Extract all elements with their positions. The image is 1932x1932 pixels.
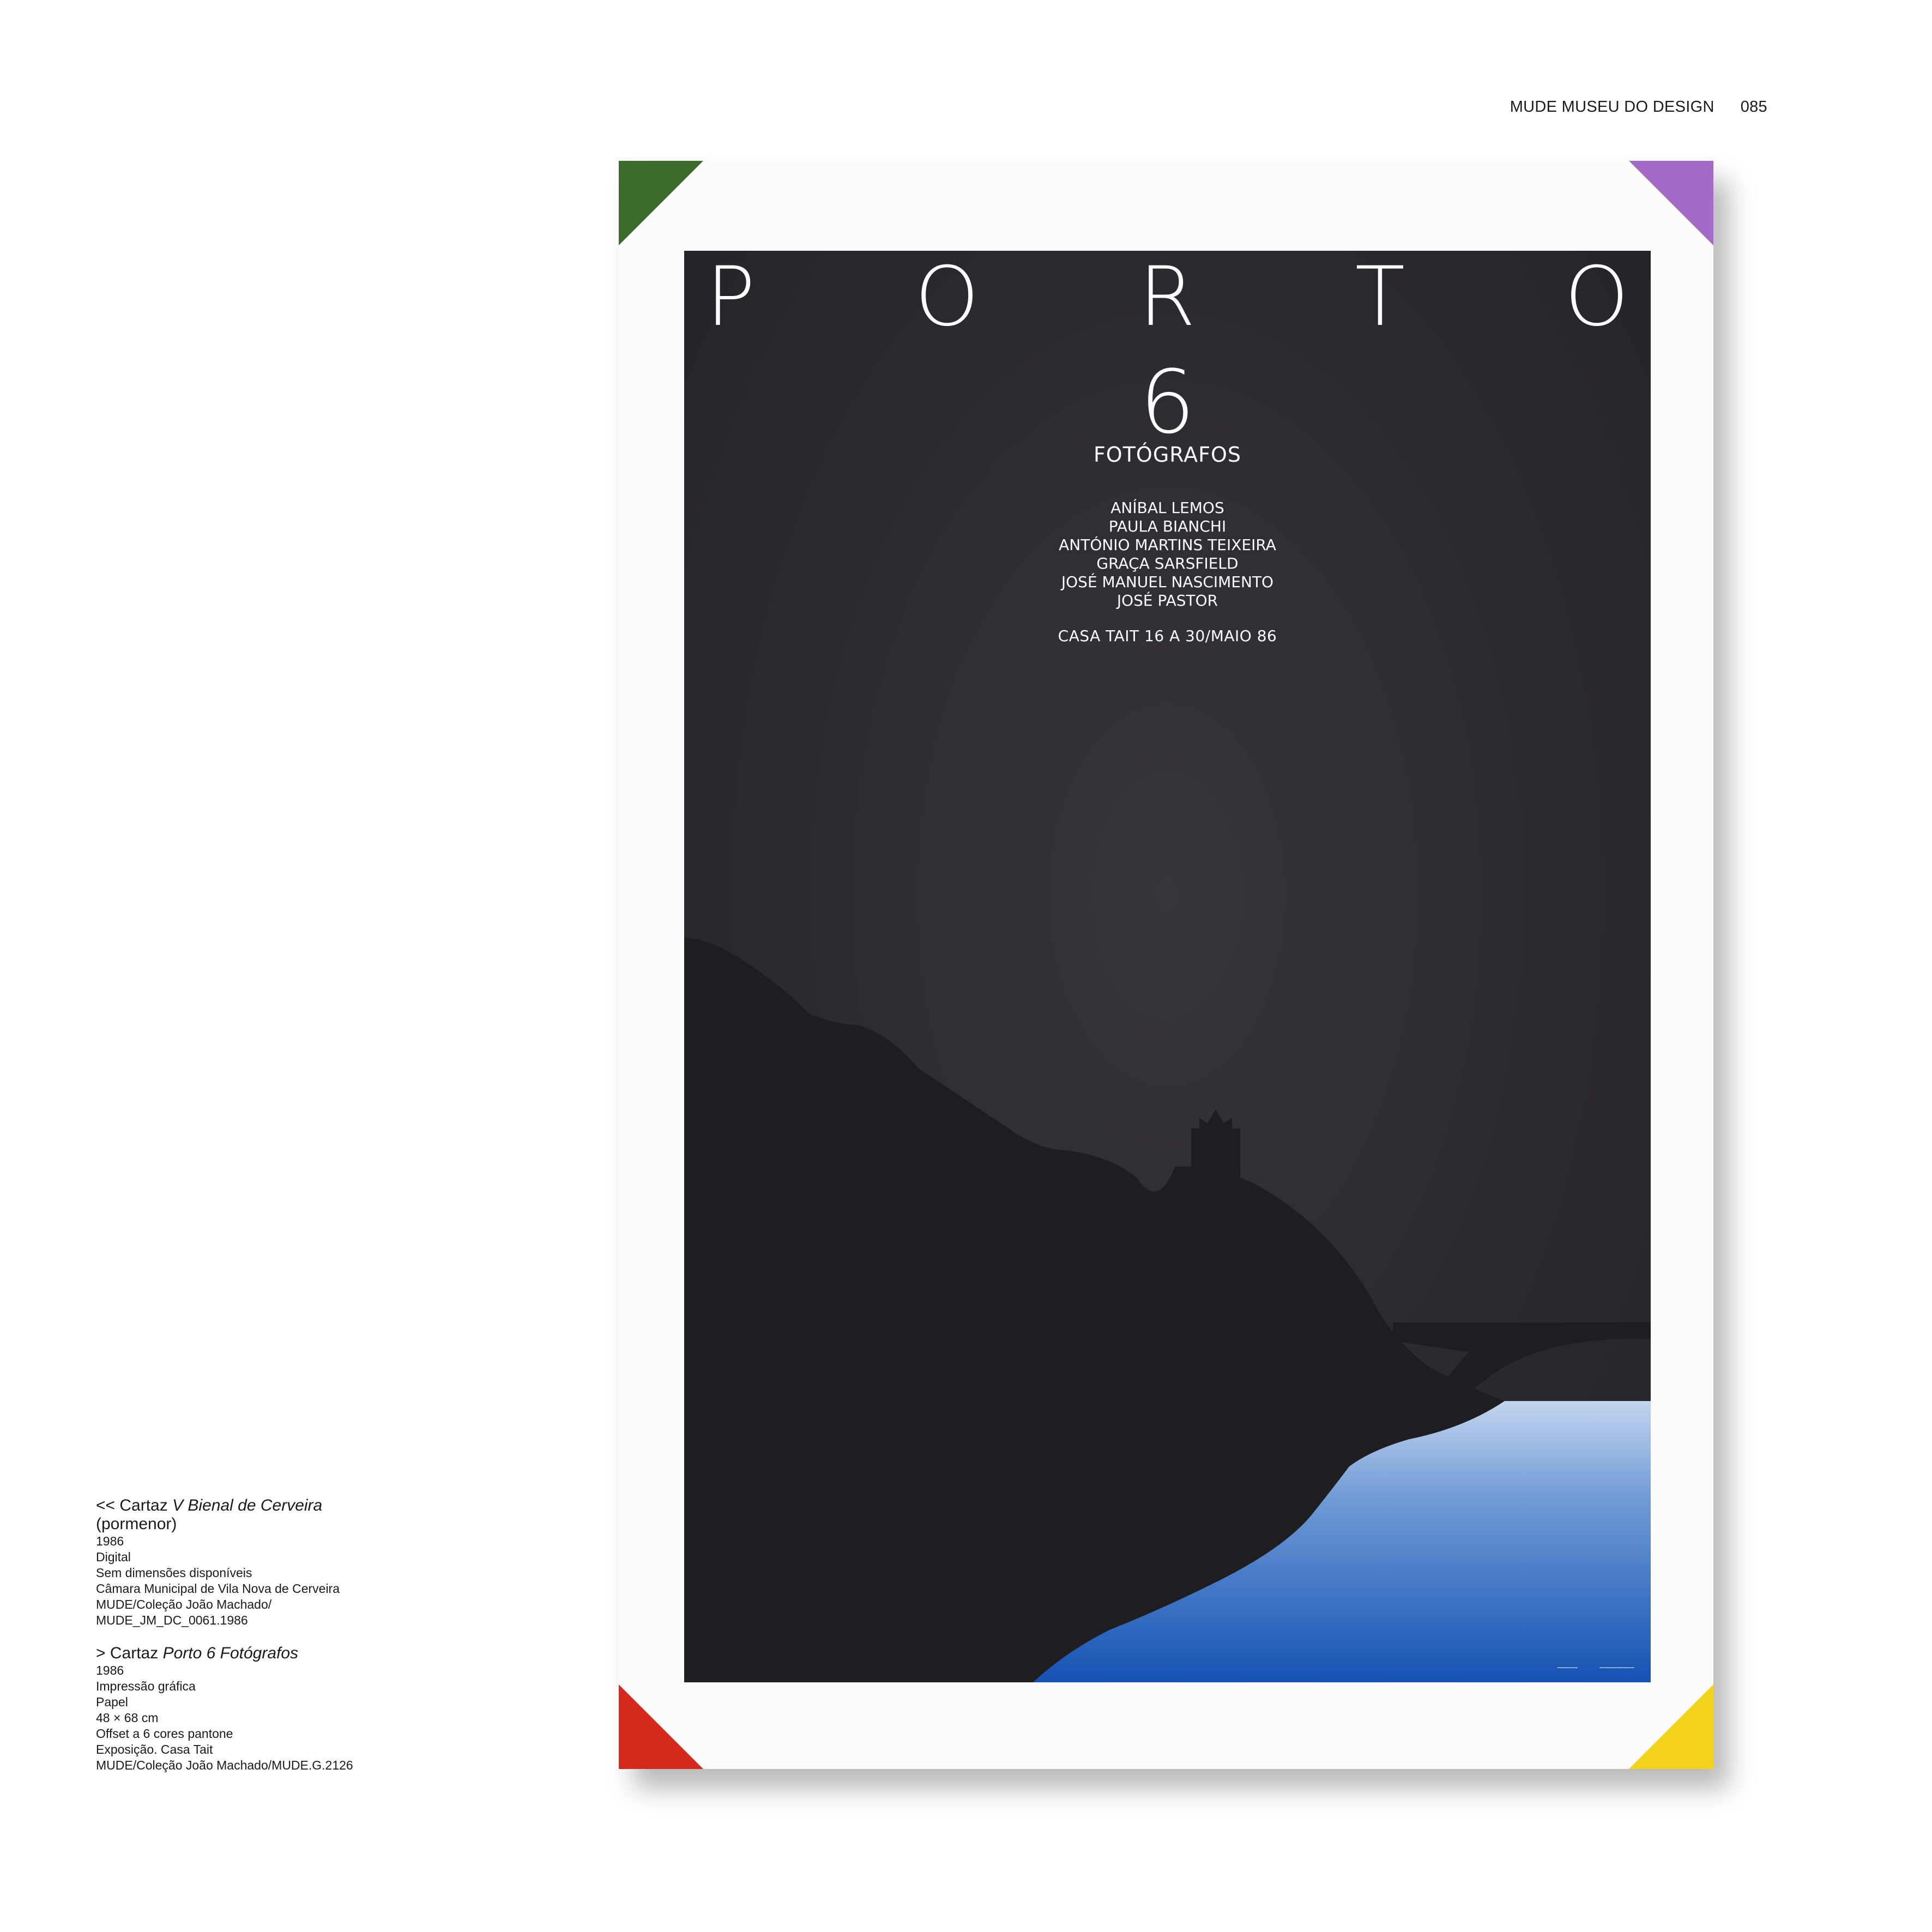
- poster-artwork: P O R T O 6 FOTÓGRAFOS ANÍBAL LEMOS PAUL…: [684, 251, 1651, 1682]
- corner-mount-top-right: [1629, 161, 1713, 245]
- caption-line: Offset a 6 cores pantone: [96, 1726, 233, 1741]
- caption-line: Impressão gráfica: [96, 1679, 196, 1693]
- caption-title: << Cartaz V Bienal de Cerveira: [96, 1496, 434, 1515]
- poster-venue-dates: CASA TAIT 16 A 30/MAIO 86: [1058, 627, 1277, 645]
- caption-title: > Cartaz Porto 6 Fotógrafos: [96, 1644, 434, 1663]
- caption-line: 1986: [96, 1663, 124, 1677]
- caption-line: MUDE_JM_DC_0061.1986: [96, 1613, 248, 1627]
- publication-title: MUDE MUSEU DO DESIGN: [1510, 98, 1714, 116]
- fineprint-mark: ━━━━━━━━━━━━: [1599, 1665, 1634, 1670]
- caption-line: MUDE/Coleção João Machado/: [96, 1597, 272, 1611]
- corner-mount-bottom-right: [1629, 1685, 1713, 1769]
- photographer-name: ANÍBAL LEMOS: [1110, 499, 1224, 517]
- poster-title: P O R T O: [706, 256, 1629, 338]
- caption-line: 1986: [96, 1534, 124, 1548]
- caption-v-bienal: << Cartaz V Bienal de Cerveira (pormenor…: [96, 1496, 434, 1628]
- caption-line: Sem dimensões disponíveis: [96, 1566, 252, 1580]
- poster-title-letter: O: [1564, 251, 1629, 345]
- photographer-name: ANTÓNIO MARTINS TEIXEIRA: [1059, 536, 1276, 554]
- caption-prefix: << Cartaz: [96, 1496, 173, 1514]
- photographer-name: JOSÉ PASTOR: [1116, 591, 1218, 609]
- poster-title-letter: T: [1355, 251, 1405, 345]
- photographer-name: GRAÇA SARSFIELD: [1096, 554, 1239, 572]
- caption-title-suffix: (pormenor): [96, 1515, 177, 1533]
- poster-fineprint: ━━━━━━━ ━━━━━━━━━━━━: [1557, 1665, 1634, 1670]
- caption-line: Câmara Municipal de Vila Nova de Cerveir…: [96, 1581, 340, 1596]
- running-header: MUDE MUSEU DO DESIGN 085: [1510, 98, 1767, 116]
- photographer-name: JOSÉ MANUEL NASCIMENTO: [1061, 573, 1274, 591]
- photographer-list: ANÍBAL LEMOS PAULA BIANCHI ANTÓNIO MARTI…: [684, 499, 1651, 610]
- caption-porto-6: > Cartaz Porto 6 Fotógrafos 1986 Impress…: [96, 1644, 434, 1773]
- poster-title-letter: O: [915, 251, 980, 345]
- caption-line: 48 × 68 cm: [96, 1711, 159, 1725]
- caption-prefix: > Cartaz: [96, 1644, 163, 1662]
- caption-line: Exposição. Casa Tait: [96, 1742, 213, 1756]
- poster-title-letter: P: [706, 251, 756, 345]
- poster-image: P O R T O 6 FOTÓGRAFOS ANÍBAL LEMOS PAUL…: [619, 161, 1713, 1769]
- caption-line: MUDE/Coleção João Machado/MUDE.G.2126: [96, 1758, 353, 1772]
- page-number: 085: [1740, 98, 1767, 116]
- corner-mount-top-left: [619, 161, 703, 245]
- poster-number: 6: [1139, 351, 1196, 453]
- caption-line: Papel: [96, 1695, 128, 1709]
- poster-title-letter: R: [1138, 251, 1196, 345]
- caption-line: Digital: [96, 1550, 131, 1564]
- poster-subtitle: FOTÓGRAFOS: [1093, 443, 1242, 467]
- caption-title-italic: V Bienal de Cerveira: [172, 1496, 323, 1514]
- photographer-name: PAULA BIANCHI: [1108, 517, 1227, 535]
- caption-title-italic: Porto 6 Fotógrafos: [162, 1644, 299, 1662]
- fineprint-mark: ━━━━━━━: [1557, 1665, 1578, 1670]
- corner-mount-bottom-left: [619, 1685, 703, 1769]
